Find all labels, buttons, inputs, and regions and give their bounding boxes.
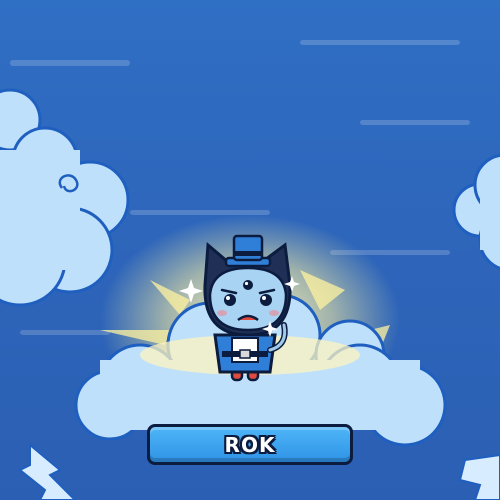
left-cloud [0, 88, 130, 307]
right-cloud [452, 153, 500, 270]
character-name: ROK [224, 432, 276, 457]
game-scene: ROK [0, 0, 500, 500]
character-name-plate[interactable]: ROK [147, 424, 353, 465]
